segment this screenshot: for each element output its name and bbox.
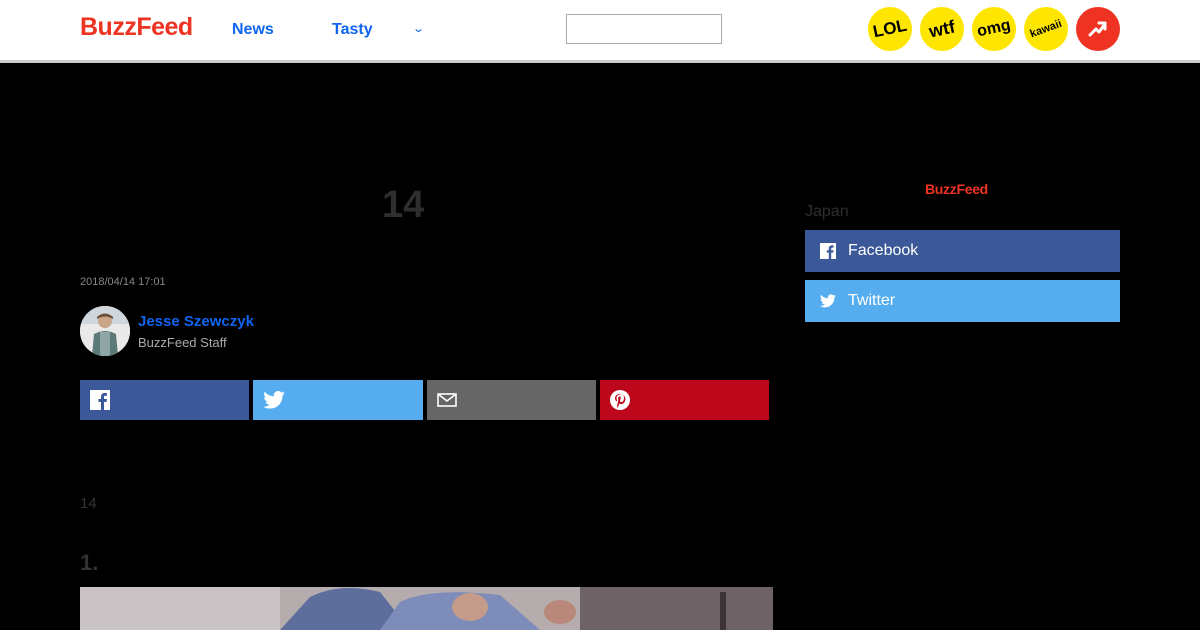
trending-arrow-icon [1088, 21, 1107, 37]
article-title-count: 14 [382, 184, 425, 226]
wtf-badge[interactable]: wtf [915, 2, 969, 56]
publish-date: 2018/04/14 17:01 [80, 276, 166, 288]
nav-link-news[interactable]: News [232, 21, 274, 39]
sidebar-region-label: Japan [805, 203, 849, 220]
author-photo [80, 306, 130, 356]
sidebar-facebook-label: Facebook [848, 242, 919, 259]
article-image [80, 587, 773, 630]
body-count-text: 14 [80, 495, 97, 512]
sidebar-twitter-label: Twitter [848, 292, 896, 309]
facebook-icon [90, 390, 110, 410]
facebook-icon [820, 243, 836, 259]
mail-icon [437, 393, 457, 407]
author-name[interactable]: Jesse Szewczyk [138, 313, 254, 330]
twitter-icon [263, 391, 285, 409]
sidebar-twitter-button[interactable]: Twitter [805, 280, 1120, 322]
buzzfeed-logo[interactable]: BuzzFeed [80, 13, 193, 42]
sidebar-facebook-button[interactable]: Facebook [805, 230, 1120, 272]
lol-badge[interactable]: LOL [863, 2, 917, 56]
top-navigation-bar: BuzzFeed News Tasty ⌄ LOL wtf omg kawaii [0, 0, 1200, 63]
author-role: BuzzFeed Staff [138, 335, 227, 350]
omg-badge[interactable]: omg [967, 2, 1021, 56]
sidebar-buzzfeed-logo[interactable]: BuzzFeed [925, 181, 988, 197]
share-pinterest-button[interactable] [600, 380, 769, 420]
kawaii-badge[interactable]: kawaii [1017, 0, 1075, 58]
nav-link-tasty[interactable]: Tasty [332, 21, 373, 39]
trending-button[interactable] [1076, 7, 1120, 51]
share-email-button[interactable] [427, 380, 596, 420]
share-twitter-button[interactable] [253, 380, 423, 420]
article-photo-content [80, 587, 773, 630]
twitter-icon [820, 294, 836, 308]
list-item-number: 1. [80, 550, 99, 575]
share-facebook-button[interactable] [80, 380, 249, 420]
search-input[interactable] [566, 14, 722, 44]
avatar[interactable] [80, 306, 130, 356]
chevron-down-icon[interactable]: ⌄ [412, 22, 425, 35]
pinterest-icon [610, 390, 630, 410]
